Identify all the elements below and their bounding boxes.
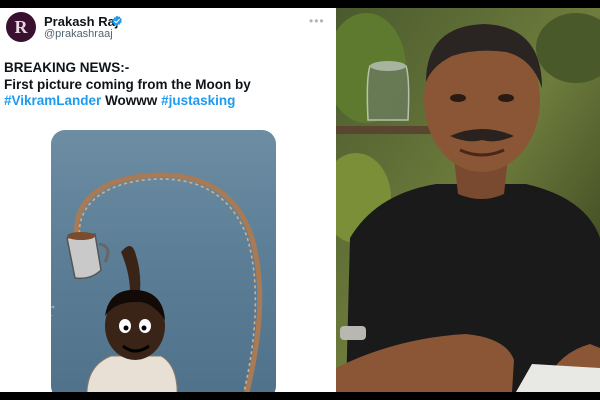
screenshot-frame: R Prakash Raj @prakashraaj ••• BREAKING … (0, 8, 600, 392)
tweet-media-image[interactable]: r (51, 130, 276, 392)
hashtag-link[interactable]: #justasking (161, 93, 235, 108)
tea-pour-cartoon: r (51, 172, 263, 392)
tweet-card: R Prakash Raj @prakashraaj ••• BREAKING … (0, 8, 334, 392)
tweet-word: Wowww (101, 93, 162, 108)
tweet-line-1: BREAKING NEWS:- (4, 60, 130, 75)
tweet-line-3: #VikramLander Wowww #justasking (4, 93, 330, 110)
person-photo (336, 8, 600, 392)
avatar[interactable]: R (6, 12, 36, 42)
avatar-letter: R (14, 16, 28, 37)
tweet-text: BREAKING NEWS:- First picture coming fro… (4, 60, 330, 110)
author-handle[interactable]: @prakashraaj (44, 28, 113, 40)
tweet-line-2: First picture coming from the Moon by (4, 76, 251, 92)
author-name[interactable]: Prakash Raj (44, 14, 118, 29)
svg-text:r: r (51, 296, 55, 321)
hashtag-link[interactable]: #VikramLander (4, 93, 101, 108)
verified-badge-icon (112, 15, 122, 27)
person-photo-illustration (336, 8, 600, 392)
more-options-icon[interactable]: ••• (309, 14, 325, 28)
tea-cup (66, 232, 110, 280)
